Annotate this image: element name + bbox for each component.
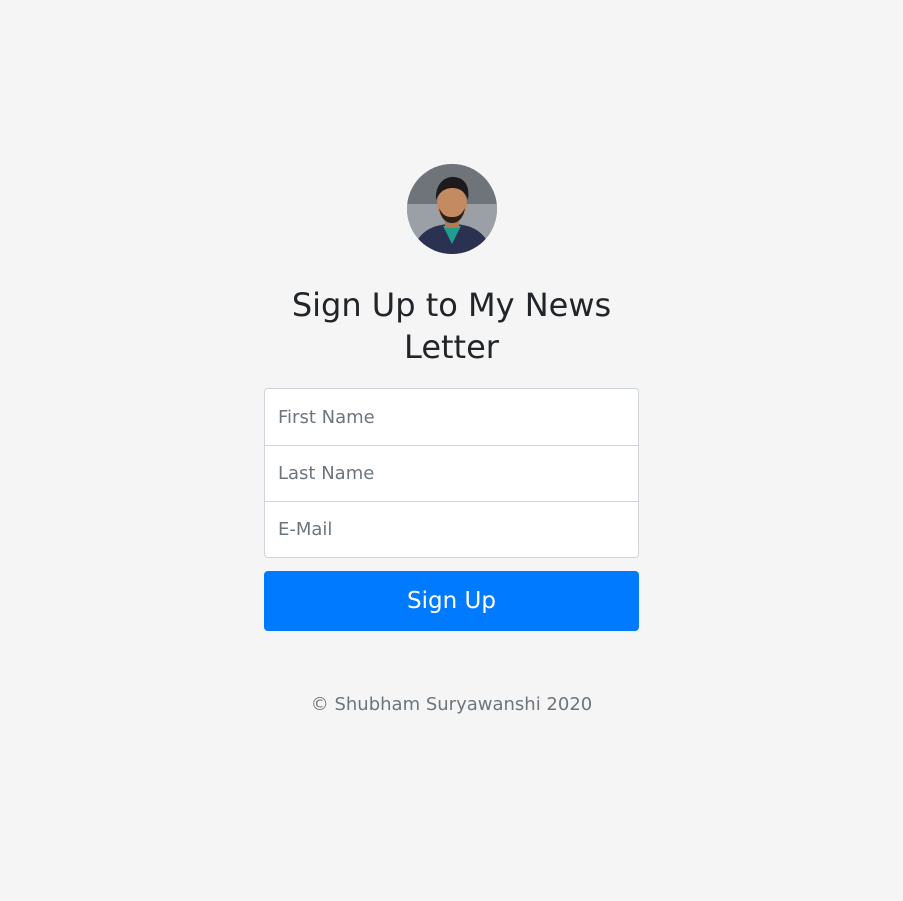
- email-input[interactable]: [265, 501, 638, 557]
- footer-copyright: © Shubham Suryawanshi 2020: [310, 694, 593, 715]
- avatar: [407, 164, 497, 254]
- last-name-input[interactable]: [265, 445, 638, 501]
- first-name-input[interactable]: [265, 389, 638, 445]
- input-group: [264, 388, 639, 558]
- profile-photo-image: [407, 164, 497, 254]
- page-title: Sign Up to My News Letter: [291, 286, 612, 366]
- sign-up-button[interactable]: Sign Up: [264, 571, 639, 631]
- signup-page: Sign Up to My News Letter Sign Up © Shub…: [0, 0, 903, 901]
- signup-form: Sign Up: [264, 388, 639, 631]
